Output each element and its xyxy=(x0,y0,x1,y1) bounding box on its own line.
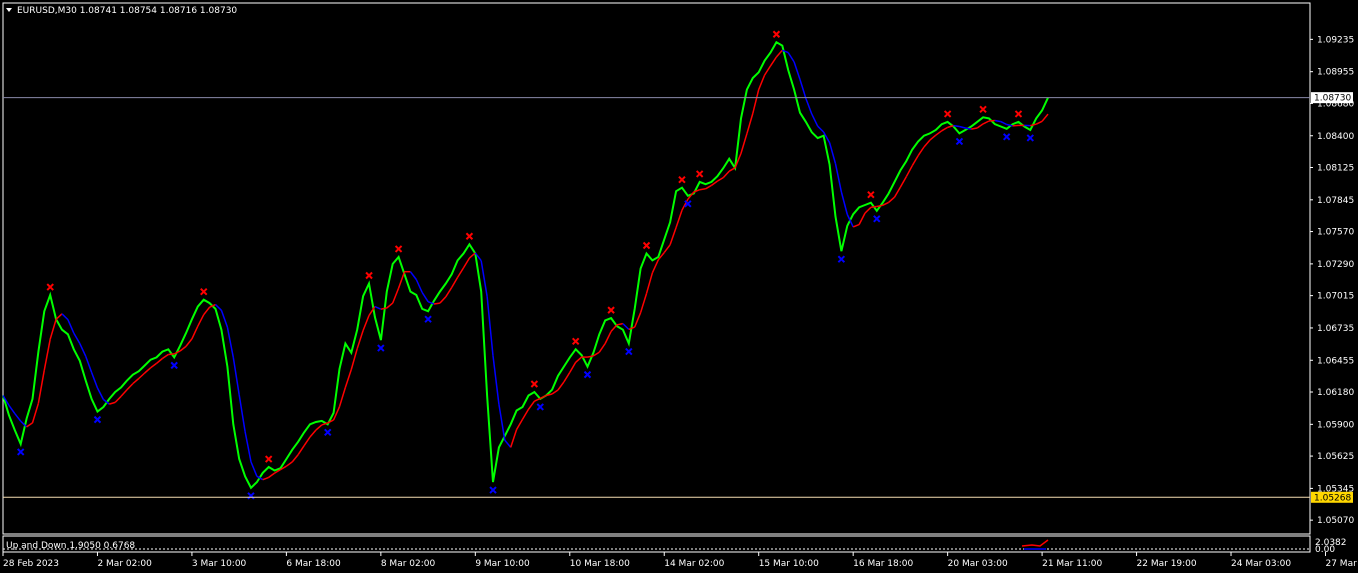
x-tick-label: 15 Mar 10:00 xyxy=(759,559,819,569)
ma-segment xyxy=(953,124,960,128)
y-tick-label: 1.06180 xyxy=(1317,388,1354,398)
x-tick-label: 24 Mar 03:00 xyxy=(1231,559,1291,569)
y-tick-label: 1.08955 xyxy=(1317,68,1354,78)
y-tick-label: 1.07015 xyxy=(1317,292,1354,302)
x-tick-label: 14 Mar 02:00 xyxy=(664,559,724,569)
x-tick-label: 16 Mar 18:00 xyxy=(853,559,913,569)
y-tick-label: 1.08400 xyxy=(1317,132,1354,142)
y-tick-label: 1.07570 xyxy=(1317,228,1354,238)
y-tick-label: 1.06735 xyxy=(1317,324,1354,334)
ma-segment xyxy=(699,188,706,191)
svg-text:1.05268: 1.05268 xyxy=(1314,493,1351,503)
x-tick-label: 10 Mar 18:00 xyxy=(570,559,630,569)
y-tick-label: 1.07290 xyxy=(1317,260,1354,270)
x-tick-label: 22 Mar 19:00 xyxy=(1137,559,1197,569)
x-tick-label: 8 Mar 02:00 xyxy=(381,559,436,569)
y-tick-label: 1.06455 xyxy=(1317,356,1354,366)
y-tick-label: 1.07845 xyxy=(1317,196,1354,206)
y-tick-label: 1.05070 xyxy=(1317,516,1354,526)
x-tick-label: 9 Mar 10:00 xyxy=(475,559,530,569)
x-tick-label: 21 Mar 11:00 xyxy=(1042,559,1102,569)
x-tick-label: 6 Mar 18:00 xyxy=(286,559,341,569)
x-tick-label: 3 Mar 10:00 xyxy=(192,559,247,569)
symbol-menu[interactable]: EURUSD,M30 1.08741 1.08754 1.08716 1.087… xyxy=(6,6,237,16)
horizontal-level-tag: 1.05268 xyxy=(1311,491,1353,503)
ma-segment xyxy=(988,119,995,122)
ma-segment xyxy=(870,205,877,209)
current-price-tag: 1.08730 xyxy=(1311,92,1353,104)
price-chart[interactable]: 1.092351.089551.086801.084001.081251.078… xyxy=(0,0,1358,573)
y-tick-label: 1.05625 xyxy=(1317,452,1354,462)
y-tick-label: 1.08125 xyxy=(1317,163,1354,173)
x-tick-label: 20 Mar 03:00 xyxy=(948,559,1008,569)
y-tick-label: 1.05900 xyxy=(1317,420,1354,430)
symbol-info: EURUSD,M30 1.08741 1.08754 1.08716 1.087… xyxy=(17,6,237,16)
ma-segment xyxy=(168,353,175,356)
x-tick-label: 2 Mar 02:00 xyxy=(97,559,152,569)
indicator-axis-zero: 0.00 xyxy=(1315,545,1335,555)
chart-background xyxy=(0,0,1358,573)
indicator-label: Up and Down 1.9050 0.6768 xyxy=(6,541,135,551)
ma-segment xyxy=(1012,124,1019,127)
y-tick-label: 1.09235 xyxy=(1317,35,1354,45)
x-tick-label: 28 Feb 2023 xyxy=(3,559,59,569)
x-tick-label: 27 Mar 12:00 xyxy=(1325,559,1358,569)
svg-text:1.08730: 1.08730 xyxy=(1314,94,1351,104)
ma-segment xyxy=(433,302,441,305)
